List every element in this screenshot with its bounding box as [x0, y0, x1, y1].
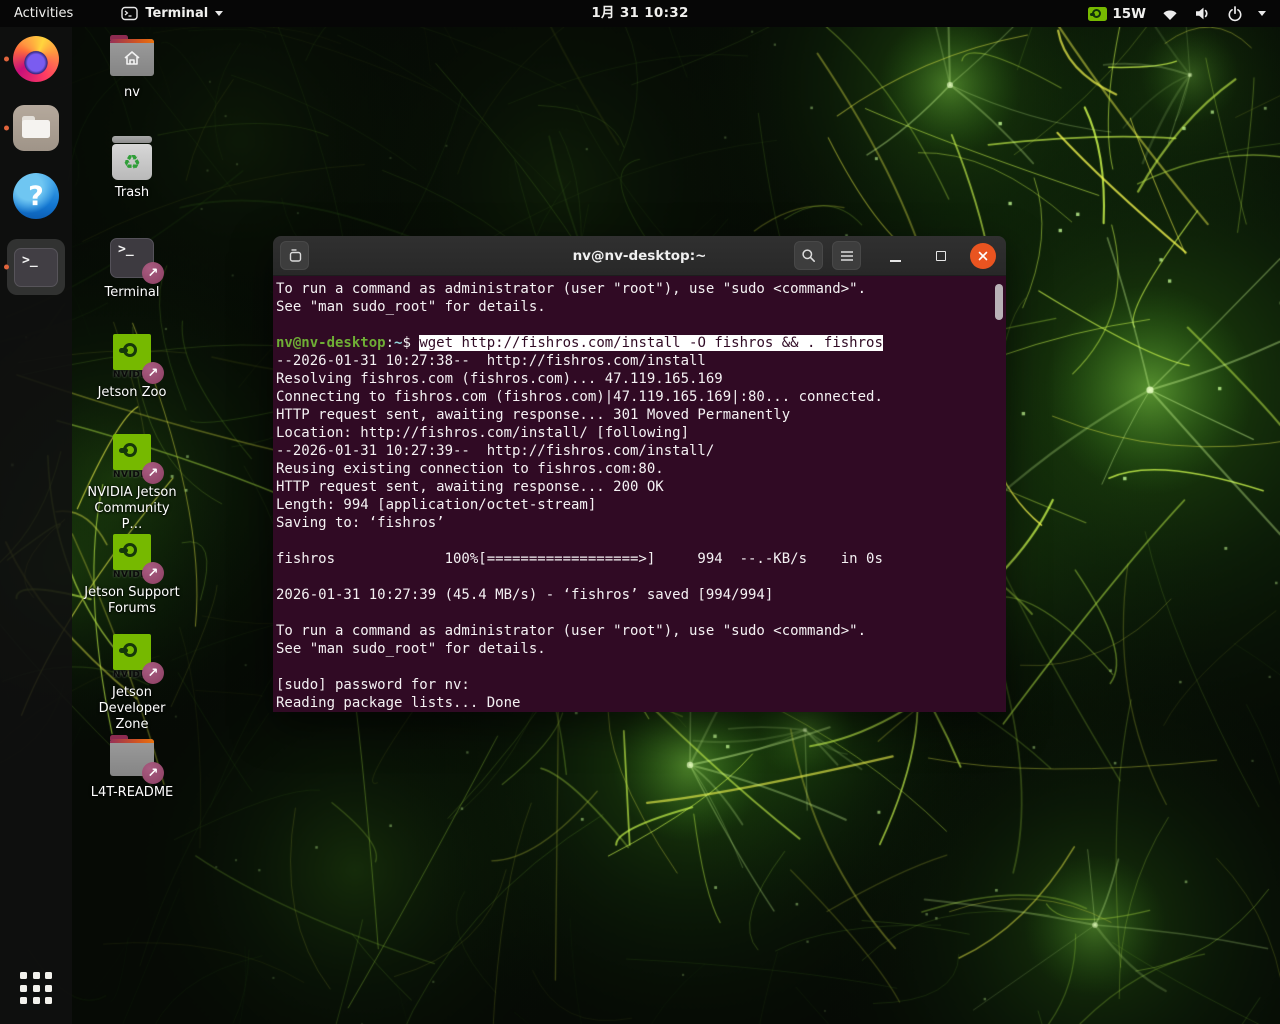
window-title: nv@nv-desktop:~ [573, 248, 707, 264]
files-icon [13, 105, 59, 151]
minimize-button[interactable] [883, 244, 907, 268]
scrollbar-thumb[interactable] [995, 284, 1003, 320]
terminal-line: --2026-01-31 10:27:38-- http://fishros.c… [276, 352, 992, 370]
volume-icon [1194, 6, 1212, 21]
search-icon [801, 248, 816, 263]
link-badge-icon: ↗ [142, 462, 164, 484]
app-menu-button[interactable]: Terminal [115, 0, 229, 27]
terminal-line: To run a command as administrator (user … [276, 622, 992, 640]
terminal-line [276, 604, 992, 622]
new-tab-icon [287, 248, 303, 264]
terminal-line: To run a command as administrator (user … [276, 280, 992, 298]
hamburger-menu-icon [840, 250, 854, 262]
minimize-icon [890, 260, 901, 262]
desktop-icon-jetson-support-forums[interactable]: NVIDIA ↗ Jetson Support Forums [82, 534, 182, 617]
maximize-button[interactable] [929, 244, 953, 268]
firefox-icon [13, 36, 59, 82]
desktop-icon-label: Terminal [82, 285, 182, 301]
desktop-icon-jetson-developer-zone[interactable]: NVIDIA ↗ Jetson Developer Zone [82, 634, 182, 733]
running-indicator [4, 57, 9, 62]
running-indicator [4, 265, 9, 270]
show-applications-button[interactable] [0, 962, 72, 1014]
dock: ? [0, 27, 72, 1024]
terminal-line: Location: http://fishros.com/install/ [f… [276, 424, 992, 442]
terminal-line: Length: 994 [application/octet-stream] [276, 496, 992, 514]
selected-command-text: wget http://fishros.com/install -O fishr… [419, 335, 883, 351]
desktop-icon-nvidia-jetson-community[interactable]: NVIDIA ↗ NVIDIA Jetson Community P… [82, 434, 182, 533]
terminal-line: HTTP request sent, awaiting response... … [276, 406, 992, 424]
desktop-icon-nv[interactable]: nv [82, 34, 182, 101]
terminal-line: Reading package lists... Done [276, 694, 992, 712]
desktop-icon-terminal[interactable]: ↗ Terminal [82, 234, 182, 301]
terminal-mini-icon [121, 6, 138, 21]
top-bar: Activities Terminal 1月 31 10:32 15W [0, 0, 1280, 27]
app-grid-icon [20, 972, 52, 1004]
terminal-line: HTTP request sent, awaiting response... … [276, 478, 992, 496]
terminal-line: Saving to: ‘fishros’ [276, 514, 992, 532]
terminal-line: See "man sudo_root" for details. [276, 640, 992, 658]
nvidia-power-icon [1088, 7, 1107, 21]
prompt-separator: : [386, 335, 394, 351]
terminal-line: Reusing existing connection to fishros.c… [276, 460, 992, 478]
clock-button[interactable]: 1月 31 10:32 [581, 0, 698, 27]
power-mode-label: 15W [1112, 6, 1146, 22]
terminal-line: fishros 100%[==================>] 994 --… [276, 550, 992, 568]
terminal-line: [sudo] password for nv: [276, 676, 992, 694]
search-button[interactable] [794, 241, 823, 270]
close-button[interactable] [970, 243, 996, 269]
desktop-icon-label: Trash [82, 185, 182, 201]
link-badge-icon: ↗ [142, 562, 164, 584]
wifi-icon [1161, 7, 1179, 21]
system-status-area[interactable]: 15W [1080, 0, 1274, 27]
help-icon: ? [13, 173, 59, 219]
dock-item-files[interactable] [0, 105, 72, 151]
trash-icon: ♻ [112, 136, 152, 180]
new-tab-button[interactable] [280, 241, 309, 270]
home-folder-icon [110, 39, 154, 76]
terminal-window: nv@nv-desktop:~ [273, 236, 1006, 712]
close-icon [977, 250, 989, 262]
desktop-icon-label: Jetson Developer Zone [82, 685, 182, 733]
desktop-icon-label: L4T-README [82, 785, 182, 801]
desktop-icon-jetson-zoo[interactable]: NVIDIA ↗ Jetson Zoo [82, 334, 182, 401]
maximize-icon [936, 251, 946, 261]
terminal-icon [14, 248, 58, 287]
terminal-line: 2026-01-31 10:27:39 (45.4 MB/s) - ‘fishr… [276, 586, 992, 604]
link-badge-icon: ↗ [142, 662, 164, 684]
terminal-content[interactable]: To run a command as administrator (user … [273, 276, 1006, 712]
desktop-icon-label: Jetson Zoo [82, 385, 182, 401]
desktop-icon-trash[interactable]: ♻ Trash [82, 134, 182, 201]
app-menu-label: Terminal [145, 6, 208, 21]
desktop-icon-label: nv [82, 85, 182, 101]
dock-item-firefox[interactable] [0, 36, 72, 82]
prompt-user-host: nv@nv-desktop [276, 335, 386, 351]
terminal-line [276, 658, 992, 676]
power-icon [1227, 6, 1243, 22]
activities-button[interactable]: Activities [0, 0, 87, 27]
link-badge-icon: ↗ [142, 262, 164, 284]
link-badge-icon: ↗ [142, 362, 164, 384]
window-titlebar[interactable]: nv@nv-desktop:~ [273, 236, 1006, 276]
terminal-line: --2026-01-31 10:27:39-- http://fishros.c… [276, 442, 992, 460]
desktop-icon-label: NVIDIA Jetson Community P… [82, 485, 182, 533]
terminal-line [276, 316, 992, 334]
desktop-icon-l4t-readme[interactable]: ↗ L4T-README [82, 734, 182, 801]
power-mode-indicator: 15W [1088, 6, 1146, 22]
focused-app-tile [7, 239, 65, 295]
terminal-line: Resolving fishros.com (fishros.com)... 4… [276, 370, 992, 388]
dock-item-terminal[interactable] [0, 239, 72, 295]
terminal-line: See "man sudo_root" for details. [276, 298, 992, 316]
desktop-icon-label: Jetson Support Forums [82, 585, 182, 617]
running-indicator [4, 126, 9, 131]
prompt-symbol: $ [402, 335, 419, 351]
chevron-down-icon [1258, 11, 1266, 16]
dock-item-help[interactable]: ? [0, 173, 72, 219]
terminal-line: Connecting to fishros.com (fishros.com)|… [276, 388, 992, 406]
prompt-line: nv@nv-desktop:~$ wget http://fishros.com… [276, 334, 992, 352]
terminal-line [276, 568, 992, 586]
chevron-down-icon [215, 11, 223, 16]
terminal-line [276, 532, 992, 550]
menu-button[interactable] [832, 241, 861, 270]
link-badge-icon: ↗ [142, 762, 164, 784]
